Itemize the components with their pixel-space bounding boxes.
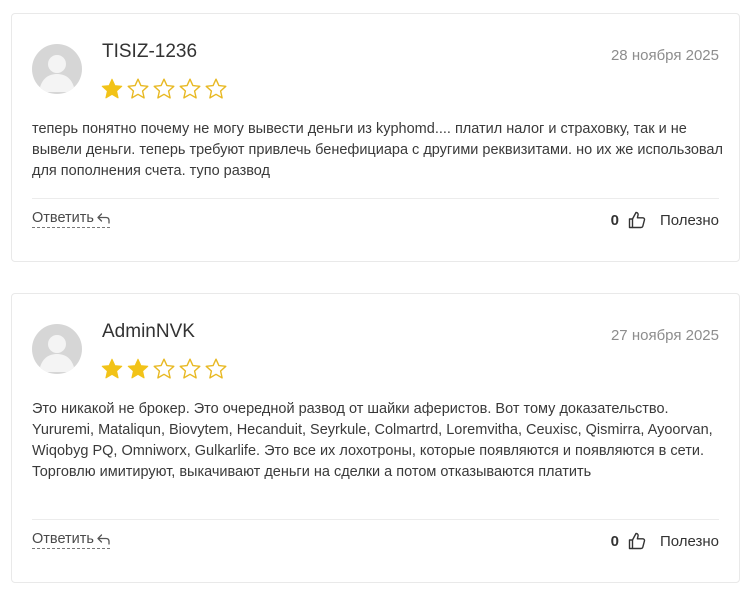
star-empty-icon [179, 358, 201, 379]
review-author: AdminNVK [102, 321, 195, 342]
divider [32, 198, 719, 199]
star-empty-icon [179, 78, 201, 99]
review-card: TISIZ-1236 28 ноября 2025 теперь понятно… [11, 13, 740, 262]
user-silhouette-icon [39, 335, 75, 372]
reply-label: Ответить [32, 210, 94, 226]
helpful-count: 0 [610, 532, 619, 550]
thumbs-up-icon[interactable] [628, 211, 646, 229]
avatar [32, 324, 82, 374]
helpful-button[interactable]: Полезно [660, 212, 719, 229]
review-text: Это никакой не брокер. Это очередной раз… [32, 401, 713, 480]
helpful-widget: 0 Полезно [611, 529, 719, 553]
star-empty-icon [205, 358, 227, 379]
rating-stars [100, 357, 228, 383]
helpful-widget: 0 Полезно [611, 208, 719, 232]
review-footer: Ответить 0 Полезно [32, 529, 719, 553]
review-author: TISIZ-1236 [102, 41, 198, 62]
reply-button[interactable]: Ответить [32, 210, 110, 228]
divider [32, 519, 719, 520]
helpful-button[interactable]: Полезно [660, 533, 719, 550]
reply-label: Ответить [32, 531, 94, 547]
reply-button[interactable]: Ответить [32, 531, 110, 549]
avatar [32, 44, 82, 94]
star-filled-icon [101, 358, 123, 379]
star-empty-icon [205, 78, 227, 99]
review-card: AdminNVK 27 ноября 2025 Это никакой не б… [11, 293, 740, 583]
rating-stars [100, 77, 228, 103]
review-footer: Ответить 0 Полезно [32, 208, 719, 232]
star-empty-icon [127, 78, 149, 99]
thumbs-up-icon[interactable] [628, 532, 646, 550]
star-empty-icon [153, 358, 175, 379]
star-empty-icon [153, 78, 175, 99]
reply-arrow-icon [97, 534, 110, 545]
star-filled-icon [101, 78, 123, 99]
review-date: 27 ноября 2025 [610, 327, 719, 344]
review-text: теперь понятно почему не могу вывести де… [32, 121, 723, 179]
user-silhouette-icon [39, 55, 75, 92]
helpful-count: 0 [610, 211, 619, 229]
review-date: 28 ноября 2025 [610, 47, 719, 64]
star-filled-icon [127, 358, 149, 379]
reply-arrow-icon [97, 213, 110, 224]
